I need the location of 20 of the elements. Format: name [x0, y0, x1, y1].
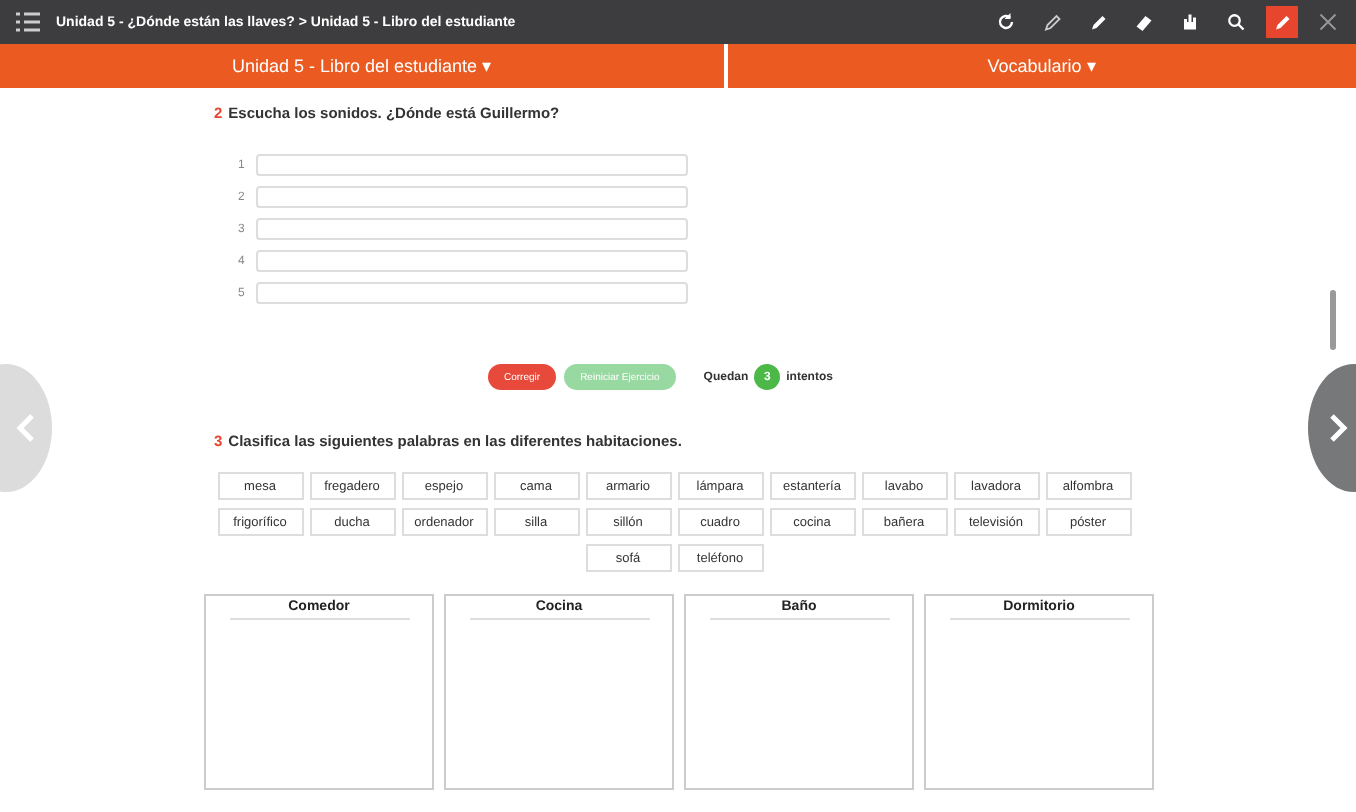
close-icon — [1316, 10, 1340, 34]
pencil-tool-button[interactable] — [1266, 6, 1298, 38]
eraser-icon — [1132, 10, 1156, 34]
answer-field[interactable] — [256, 250, 688, 272]
nav-dropdown[interactable]: Unidad 5 - Libro del estudiante ▾ — [0, 44, 728, 88]
answer-field[interactable] — [256, 154, 688, 176]
marker-icon — [1086, 10, 1110, 34]
answer-field[interactable] — [256, 218, 688, 240]
scrollbar-thumb[interactable] — [1330, 290, 1336, 350]
pencil-icon — [1040, 10, 1064, 34]
answer-field[interactable] — [256, 186, 688, 208]
refresh-icon — [994, 10, 1018, 34]
menu-icon[interactable] — [16, 12, 40, 32]
pencil-icon — [1270, 10, 1294, 34]
nav-dropdown[interactable]: Vocabulario ▾ — [728, 44, 1356, 88]
chevron-icon — [16, 414, 36, 442]
answer-field[interactable] — [256, 282, 688, 304]
hand-icon — [1178, 10, 1202, 34]
search-icon — [1224, 10, 1248, 34]
chevron-icon — [1328, 414, 1348, 442]
